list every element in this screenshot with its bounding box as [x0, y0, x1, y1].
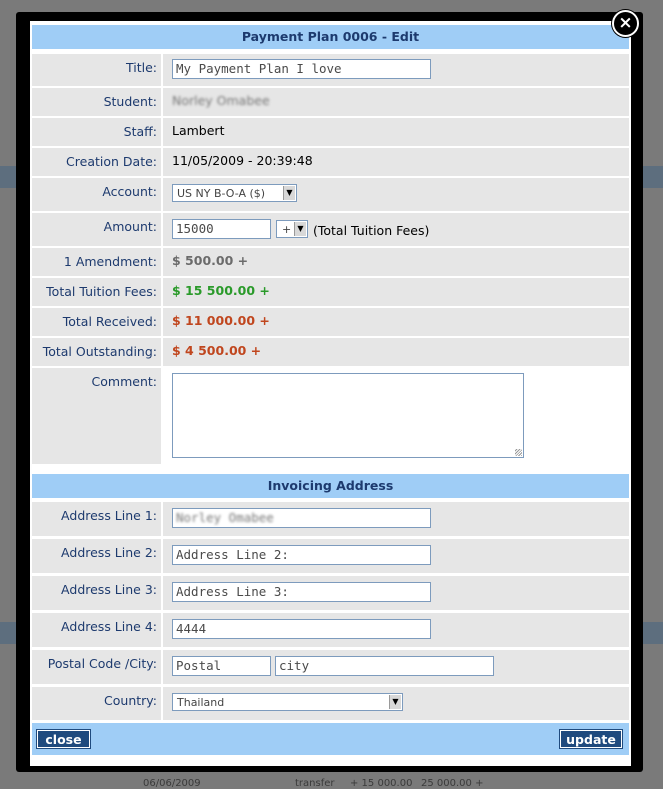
address-line-1-value-cell: Norley Omabee — [163, 502, 629, 536]
comment-label: Comment: — [32, 368, 161, 464]
title-value-cell: My Payment Plan I love — [163, 54, 629, 86]
city-input[interactable]: city — [275, 656, 494, 676]
address-line-3-input[interactable]: Address Line 3: — [172, 582, 431, 602]
address-line-2-input[interactable]: Address Line 2: — [172, 545, 431, 565]
total-outstanding-label: Total Outstanding: — [32, 338, 161, 366]
account-select-value: US NY B-O-A ($) — [177, 187, 266, 200]
address-line-2-value-cell: Address Line 2: — [163, 539, 629, 573]
postal-city-label: Postal Code /City: — [32, 650, 161, 684]
amount-operator-select[interactable]: + ▼ — [276, 220, 308, 238]
staff-value: Lambert — [163, 118, 629, 146]
address-line-3-value-cell: Address Line 3: — [163, 576, 629, 610]
total-received-value: $ 11 000.00 + — [172, 313, 270, 328]
country-select-value: Thailand — [177, 696, 225, 709]
account-select[interactable]: US NY B-O-A ($) ▼ — [172, 184, 297, 202]
address-line-1-value: Norley Omabee — [176, 510, 274, 525]
background-total: 25 000.00 + — [421, 778, 484, 789]
close-button[interactable]: close — [37, 730, 90, 748]
amendment-value-cell: $ 500.00 + — [163, 248, 629, 276]
address-line-3-label: Address Line 3: — [32, 576, 161, 610]
invoicing-address-header: Invoicing Address — [32, 474, 629, 498]
country-row: Country: Thailand ▼ — [32, 687, 629, 720]
background-amount: + 15 000.00 — [350, 778, 413, 789]
student-label: Student: — [32, 88, 161, 116]
chevron-down-icon: ▼ — [389, 695, 401, 709]
student-row: Student: Norley Omabee — [32, 88, 629, 116]
background-date: 06/06/2009 — [143, 778, 201, 789]
amount-operator-value: + — [282, 223, 292, 236]
dialog-content: Payment Plan 0006 - Edit Title: My Payme… — [30, 21, 631, 766]
chevron-down-icon: ▼ — [294, 222, 306, 236]
comment-row: Comment: — [32, 368, 629, 464]
address-line-4-row: Address Line 4: 4444 — [32, 613, 629, 647]
address-line-1-input[interactable]: Norley Omabee — [172, 508, 431, 528]
address-line-2-label: Address Line 2: — [32, 539, 161, 573]
amount-label: Amount: — [32, 213, 161, 246]
address-line-1-label: Address Line 1: — [32, 502, 161, 536]
total-outstanding-value-cell: $ 4 500.00 + — [163, 338, 629, 366]
resize-handle-icon[interactable] — [515, 449, 522, 456]
total-outstanding-value: $ 4 500.00 + — [172, 343, 262, 358]
total-received-value-cell: $ 11 000.00 + — [163, 308, 629, 336]
total-tuition-label: Total Tuition Fees: — [32, 278, 161, 306]
creation-date-label: Creation Date: — [32, 148, 161, 176]
postal-code-input[interactable]: Postal — [172, 656, 271, 676]
account-row: Account: US NY B-O-A ($) ▼ — [32, 178, 629, 211]
address-line-3-row: Address Line 3: Address Line 3: — [32, 576, 629, 610]
address-line-2-row: Address Line 2: Address Line 2: — [32, 539, 629, 573]
total-received-row: Total Received: $ 11 000.00 + — [32, 308, 629, 336]
address-line-4-label: Address Line 4: — [32, 613, 161, 647]
title-input[interactable]: My Payment Plan I love — [172, 59, 431, 79]
postal-city-row: Postal Code /City: Postal city — [32, 650, 629, 684]
staff-label: Staff: — [32, 118, 161, 146]
close-icon[interactable]: × — [612, 10, 639, 37]
address-line-1-row: Address Line 1: Norley Omabee — [32, 502, 629, 536]
dialog-title: Payment Plan 0006 - Edit — [32, 25, 629, 49]
creation-date-value: 11/05/2009 - 20:39:48 — [163, 148, 629, 176]
total-received-label: Total Received: — [32, 308, 161, 336]
dialog-footer — [32, 723, 629, 755]
account-value-cell: US NY B-O-A ($) ▼ — [163, 178, 629, 211]
amount-row: Amount: 15000 + ▼ (Total Tuition Fees) — [32, 213, 629, 246]
amendment-label: 1 Amendment: — [32, 248, 161, 276]
total-tuition-value-cell: $ 15 500.00 + — [163, 278, 629, 306]
postal-city-value-cell: Postal city — [163, 650, 629, 684]
amount-input[interactable]: 15000 — [172, 219, 271, 239]
total-tuition-value: $ 15 500.00 + — [172, 283, 270, 298]
amendment-row: 1 Amendment: $ 500.00 + — [32, 248, 629, 276]
address-line-4-value-cell: 4444 — [163, 613, 629, 647]
country-label: Country: — [32, 687, 161, 720]
country-select[interactable]: Thailand ▼ — [172, 693, 403, 711]
title-row: Title: My Payment Plan I love — [32, 54, 629, 86]
total-tuition-row: Total Tuition Fees: $ 15 500.00 + — [32, 278, 629, 306]
creation-date-row: Creation Date: 11/05/2009 - 20:39:48 — [32, 148, 629, 176]
country-value-cell: Thailand ▼ — [163, 687, 629, 720]
address-line-4-input[interactable]: 4444 — [172, 619, 431, 639]
comment-textarea[interactable] — [172, 373, 524, 458]
student-value: Norley Omabee — [172, 93, 270, 108]
staff-row: Staff: Lambert — [32, 118, 629, 146]
account-label: Account: — [32, 178, 161, 211]
edit-dialog: Payment Plan 0006 - Edit Title: My Payme… — [16, 12, 643, 772]
update-button[interactable]: update — [560, 730, 622, 748]
student-value-cell: Norley Omabee — [163, 88, 629, 116]
chevron-down-icon: ▼ — [283, 186, 295, 200]
amount-note: (Total Tuition Fees) — [313, 223, 430, 238]
comment-value-cell — [163, 368, 629, 464]
amount-value-cell: 15000 + ▼ (Total Tuition Fees) — [163, 213, 629, 246]
amendment-value: $ 500.00 + — [172, 253, 249, 268]
title-label: Title: — [32, 54, 161, 86]
background-type: transfer — [295, 778, 335, 789]
total-outstanding-row: Total Outstanding: $ 4 500.00 + — [32, 338, 629, 366]
